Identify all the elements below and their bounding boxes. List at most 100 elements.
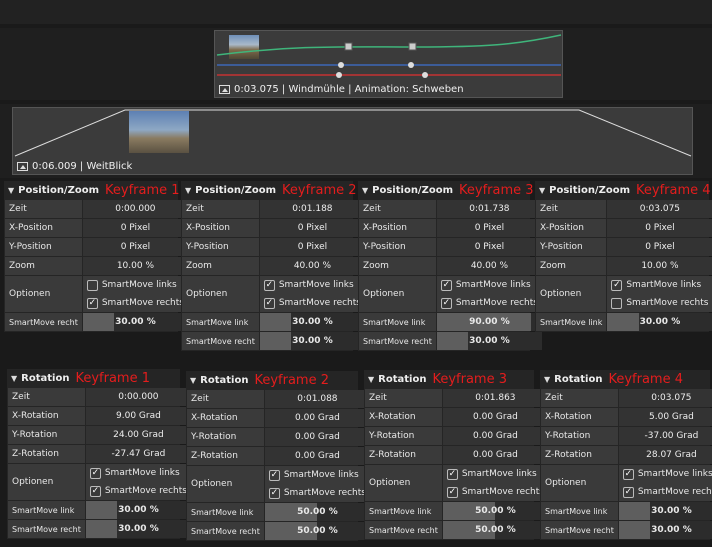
smartmove-rechts-checkbox[interactable]: ✓ SmartMove rechts [89, 482, 187, 500]
slider-fill [618, 502, 651, 520]
checkmark-icon: ✓ [263, 297, 275, 309]
zeit-label: Zeit [182, 200, 259, 218]
xpos-field[interactable]: 0 Pixel [607, 219, 712, 237]
zoom-field[interactable]: 10.00 % [607, 257, 712, 275]
xrot-field[interactable]: 5.00 Grad [618, 408, 712, 426]
zeit-label: Zeit [8, 388, 85, 406]
zrot-field[interactable]: -27.47 Grad [85, 445, 191, 463]
smartmove-slider[interactable]: 50.00 % [442, 502, 548, 520]
image-icon [219, 85, 230, 94]
slider-value: 50.00 % [297, 526, 338, 536]
xrot-field[interactable]: 0.00 Grad [264, 409, 370, 427]
zeit-field[interactable]: 0:01.188 [259, 200, 365, 218]
smartmove-slider[interactable]: 30.00 % [618, 521, 712, 539]
smartmove-links-checkbox[interactable]: ✓ SmartMove links [268, 466, 366, 484]
smartmove-links-checkbox[interactable]: ✓ SmartMove links [440, 276, 538, 294]
slider-value: 30.00 % [639, 317, 681, 327]
smartmove-slider[interactable]: 30.00 % [85, 501, 191, 519]
yrot-field[interactable]: 0.00 Grad [264, 428, 370, 446]
smartmove-slider[interactable]: 50.00 % [442, 521, 548, 539]
checkbox-label: SmartMove rechts [101, 298, 184, 308]
checkbox-label: SmartMove rechts [637, 487, 712, 497]
zrot-field[interactable]: 0.00 Grad [442, 446, 548, 464]
zeit-field[interactable]: 0:01.088 [264, 390, 370, 408]
checkmark-icon: ✓ [440, 297, 452, 309]
panel-title: Position/Zoom [18, 184, 99, 196]
smartmove-links-checkbox[interactable]: ✓ SmartMove links [611, 276, 708, 294]
ypos-label: Y-Position [182, 238, 259, 256]
xpos-field[interactable]: 0 Pixel [259, 219, 365, 237]
collapse-triangle-icon[interactable]: ▼ [8, 186, 14, 195]
xpos-field[interactable]: 0 Pixel [436, 219, 542, 237]
smartmove-links-checkbox[interactable]: ✓ SmartMove links [446, 465, 544, 483]
smartmove-links-checkbox[interactable]: ✓ SmartMove links [622, 465, 712, 483]
smartmove-slider[interactable]: 30.00 % [436, 332, 542, 350]
smartmove-links-checkbox[interactable]: ✓ SmartMove links [263, 276, 361, 294]
smartmove-rechts-checkbox[interactable]: ✓ SmartMove rechts [263, 294, 361, 312]
zoom-field[interactable]: 40.00 % [436, 257, 542, 275]
collapse-triangle-icon[interactable]: ▼ [544, 375, 550, 384]
zeit-field[interactable]: 0:01.738 [436, 200, 542, 218]
slider-fill [82, 313, 115, 331]
xrot-field[interactable]: 0.00 Grad [442, 408, 548, 426]
collapse-triangle-icon[interactable]: ▼ [362, 186, 368, 195]
panel-title: Rotation [21, 372, 70, 384]
zrot-label: Z-Rotation [365, 446, 442, 464]
xpos-field[interactable]: 0 Pixel [82, 219, 188, 237]
smartmove-rechts-checkbox[interactable]: SmartMove rechts [611, 294, 708, 312]
zeit-field[interactable]: 0:03.075 [618, 389, 712, 407]
smartmove-slider[interactable]: 90.00 % [436, 313, 542, 331]
xrot-label: X-Rotation [187, 409, 264, 427]
zrot-field[interactable]: 0.00 Grad [264, 447, 370, 465]
zrot-label: Z-Rotation [8, 445, 85, 463]
zeit-field[interactable]: 0:01.863 [442, 389, 548, 407]
yrot-field[interactable]: 0.00 Grad [442, 427, 548, 445]
xrot-field[interactable]: 9.00 Grad [85, 407, 191, 425]
checkmark-icon: ✓ [446, 486, 458, 498]
smartmove-rechts-checkbox[interactable]: ✓ SmartMove rechts [268, 484, 366, 502]
checkbox-label: SmartMove rechts [104, 486, 187, 496]
collapse-triangle-icon[interactable]: ▼ [539, 186, 545, 195]
smartmove-slider[interactable]: 30.00 % [259, 332, 365, 350]
smartmove-slider[interactable]: 30.00 % [259, 313, 365, 331]
zeit-field[interactable]: 0:00.000 [85, 388, 191, 406]
slider-label: SmartMove link [541, 502, 618, 520]
timeline-clip-weitblick[interactable]: 0:06.009 | WeitBlick [12, 107, 693, 175]
smartmove-slider[interactable]: 30.00 % [85, 520, 191, 538]
smartmove-links-checkbox[interactable]: ✓ SmartMove links [89, 464, 187, 482]
xrot-label: X-Rotation [8, 407, 85, 425]
smartmove-links-checkbox[interactable]: SmartMove links [86, 276, 184, 294]
collapse-triangle-icon[interactable]: ▼ [11, 374, 17, 383]
zoom-field[interactable]: 10.00 % [82, 257, 188, 275]
smartmove-slider[interactable]: 30.00 % [618, 502, 712, 520]
smartmove-rechts-checkbox[interactable]: ✓ SmartMove rechts [446, 483, 544, 501]
zoom-label: Zoom [536, 257, 607, 275]
ypos-field[interactable]: 0 Pixel [436, 238, 542, 256]
keyframe-label: Keyframe 2 [254, 372, 329, 388]
zeit-field[interactable]: 0:00.000 [82, 200, 188, 218]
ypos-field[interactable]: 0 Pixel [82, 238, 188, 256]
slider-fill [259, 332, 292, 350]
ypos-field[interactable]: 0 Pixel [259, 238, 365, 256]
rotation-panel-4: ▼ Rotation Keyframe 4 Zeit 0:03.075 X-Rotat… [540, 370, 712, 540]
smartmove-slider[interactable]: 30.00 % [82, 313, 188, 331]
zoom-field[interactable]: 40.00 % [259, 257, 365, 275]
smartmove-rechts-checkbox[interactable]: ✓ SmartMove rechts [86, 294, 184, 312]
smartmove-rechts-checkbox[interactable]: ✓ SmartMove rechts [622, 483, 712, 501]
slider-label: SmartMove link [182, 313, 259, 331]
panel-title: Rotation [378, 373, 427, 385]
smartmove-rechts-checkbox[interactable]: ✓ SmartMove rechts [440, 294, 538, 312]
zrot-field[interactable]: 28.07 Grad [618, 446, 712, 464]
smartmove-slider[interactable]: 50.00 % [264, 503, 370, 521]
yrot-field[interactable]: -37.00 Grad [618, 427, 712, 445]
ypos-field[interactable]: 0 Pixel [607, 238, 712, 256]
collapse-triangle-icon[interactable]: ▼ [185, 186, 191, 195]
smartmove-slider[interactable]: 50.00 % [264, 522, 370, 540]
collapse-triangle-icon[interactable]: ▼ [368, 375, 374, 384]
yrot-field[interactable]: 24.00 Grad [85, 426, 191, 444]
position-panel-3: ▼ Position/Zoom Keyframe 3 Zeit 0:01.738 X-… [358, 181, 542, 351]
collapse-triangle-icon[interactable]: ▼ [190, 376, 196, 385]
zeit-field[interactable]: 0:03.075 [607, 200, 712, 218]
timeline-clip-windmill[interactable]: 0:03.075 | Windmühle | Animation: Schweb… [214, 30, 563, 98]
smartmove-slider[interactable]: 30.00 % [607, 313, 712, 331]
